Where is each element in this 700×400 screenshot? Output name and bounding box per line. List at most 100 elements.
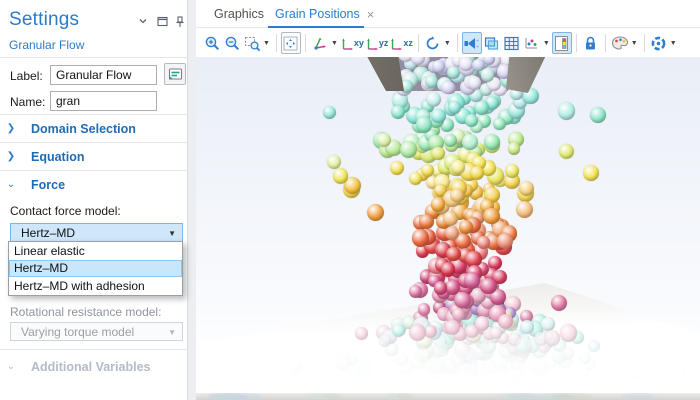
chevron-down-icon: ⌄: [6, 179, 16, 190]
zoom-extents-button[interactable]: [280, 32, 301, 54]
graphics-window: Graphics Grain Positions × ▼ ▼ xy yz xz …: [196, 0, 700, 400]
view-xy-button[interactable]: xy: [340, 32, 365, 54]
toolbar-separator: [643, 34, 645, 52]
dropdown-caret-icon[interactable]: ▼: [543, 40, 550, 47]
grain-sphere: [431, 146, 445, 161]
tab-grain-positions[interactable]: Grain Positions ×: [275, 0, 374, 28]
grain-sphere: [465, 114, 478, 127]
dropdown-caret-icon[interactable]: ▼: [631, 40, 638, 47]
grain-sphere: [477, 236, 490, 249]
name-input[interactable]: [50, 91, 157, 111]
grain-sphere: [450, 188, 464, 203]
section-domain-selection[interactable]: ❯ Domain Selection: [0, 115, 188, 142]
toolbar-separator: [604, 34, 606, 52]
grain-sphere: [557, 102, 576, 120]
rename-icon: [168, 67, 182, 80]
grain-sphere: [440, 262, 456, 277]
graphics-canvas[interactable]: [196, 57, 700, 393]
axis-small-button[interactable]: [522, 32, 542, 54]
view-xz-button[interactable]: xz: [389, 32, 414, 54]
transparency-button[interactable]: [482, 32, 502, 54]
dropdown-option[interactable]: Linear elastic: [9, 242, 182, 260]
strip-reflection: [396, 393, 414, 400]
dropdown-caret-icon: ▼: [168, 229, 176, 238]
view-axes-icon: [367, 37, 378, 50]
axis-points-icon: [525, 38, 538, 49]
toolbar-separator: [575, 34, 577, 52]
grain-sphere: [332, 168, 348, 184]
grain-sphere: [559, 143, 575, 160]
color-palette-button[interactable]: [610, 32, 630, 54]
rotate-view-button[interactable]: [423, 32, 443, 54]
grain-sphere: [467, 76, 482, 90]
zoom-in-button[interactable]: [202, 32, 222, 54]
dropdown-caret-icon: ▼: [168, 328, 176, 337]
grain-sphere: [507, 142, 521, 155]
pin-icon[interactable]: [175, 16, 189, 30]
contact-force-dropdown[interactable]: Hertz–MD ▼: [10, 223, 183, 242]
grain-sphere: [444, 225, 459, 240]
section-equation[interactable]: ❯ Equation: [0, 143, 188, 170]
grain-sphere: [469, 165, 484, 180]
lock-icon: [586, 36, 596, 49]
graphics-tabbar: Graphics Grain Positions ×: [196, 0, 700, 28]
label-input[interactable]: [50, 65, 157, 85]
snapshot-button[interactable]: [649, 32, 669, 54]
grain-sphere: [461, 134, 478, 150]
rotate-icon: [427, 35, 439, 49]
color-legend-icon: [555, 35, 569, 51]
dropdown-caret-icon[interactable]: ▼: [263, 40, 270, 47]
rename-label-button[interactable]: [164, 63, 186, 85]
view-yz-button[interactable]: yz: [365, 32, 390, 54]
grain-sphere: [408, 172, 423, 186]
close-tab-icon[interactable]: ×: [367, 7, 375, 22]
dropdown-option[interactable]: Hertz–MD with adhesion: [9, 277, 182, 295]
grain-sphere: [505, 164, 519, 178]
tab-graphics[interactable]: Graphics: [214, 0, 264, 28]
float-window-icon[interactable]: [157, 16, 171, 30]
panel-splitter[interactable]: [188, 0, 196, 400]
graphics-toolbar: ▼ ▼ xy yz xz ▼ ▼ ▼ ▼: [196, 29, 700, 57]
section-force[interactable]: ⌄ Force: [0, 171, 188, 198]
dropdown-caret-icon[interactable]: ▼: [670, 40, 677, 47]
axis-orientation-button[interactable]: [310, 32, 330, 54]
grain-sphere: [458, 57, 473, 71]
section-additional-variables[interactable]: ⌄ Additional Variables: [0, 353, 188, 380]
grain-sphere: [327, 155, 342, 169]
rotational-resistance-label: Rotational resistance model:: [10, 305, 162, 319]
snapshot-icon: [651, 36, 666, 50]
zoom-extents-icon: [283, 36, 298, 50]
dropdown-option[interactable]: Hertz–MD: [9, 259, 182, 277]
chevron-down-icon[interactable]: [138, 16, 152, 30]
lock-button[interactable]: [581, 32, 601, 54]
grain-sphere: [441, 80, 455, 95]
grain-sphere: [590, 107, 607, 123]
grain-sphere: [425, 91, 441, 107]
zoom-out-button[interactable]: [222, 32, 242, 54]
color-legend-button[interactable]: [551, 32, 572, 54]
grain-sphere: [480, 277, 497, 295]
view-axes-icon: [391, 37, 403, 50]
dropdown-caret-icon[interactable]: ▼: [444, 40, 451, 47]
grain-sphere: [497, 233, 514, 249]
divider: [0, 57, 188, 58]
active-tab-indicator: [268, 26, 364, 28]
contact-force-model-label: Contact force model:: [10, 204, 121, 218]
panel-title: Settings: [9, 9, 80, 30]
grain-sphere: [463, 271, 481, 289]
grain-sphere: [415, 115, 433, 133]
zoom-box-icon: [244, 36, 260, 51]
strip-reflection: [536, 393, 574, 400]
grid-button[interactable]: [502, 32, 522, 54]
scene-light-icon: [464, 37, 480, 49]
contact-force-dropdown-list: Linear elastic Hertz–MD Hertz–MD with adhe…: [8, 241, 183, 296]
scene-light-button[interactable]: [461, 32, 482, 54]
zoom-box-button[interactable]: [242, 32, 262, 54]
grain-sphere: [433, 281, 448, 295]
grain-sphere: [411, 229, 430, 247]
grain-sphere: [421, 163, 435, 177]
dropdown-caret-icon[interactable]: ▼: [331, 40, 338, 47]
axis-orientation-icon: [314, 37, 326, 50]
grain-sphere: [451, 160, 465, 174]
grain-sphere: [492, 117, 506, 131]
